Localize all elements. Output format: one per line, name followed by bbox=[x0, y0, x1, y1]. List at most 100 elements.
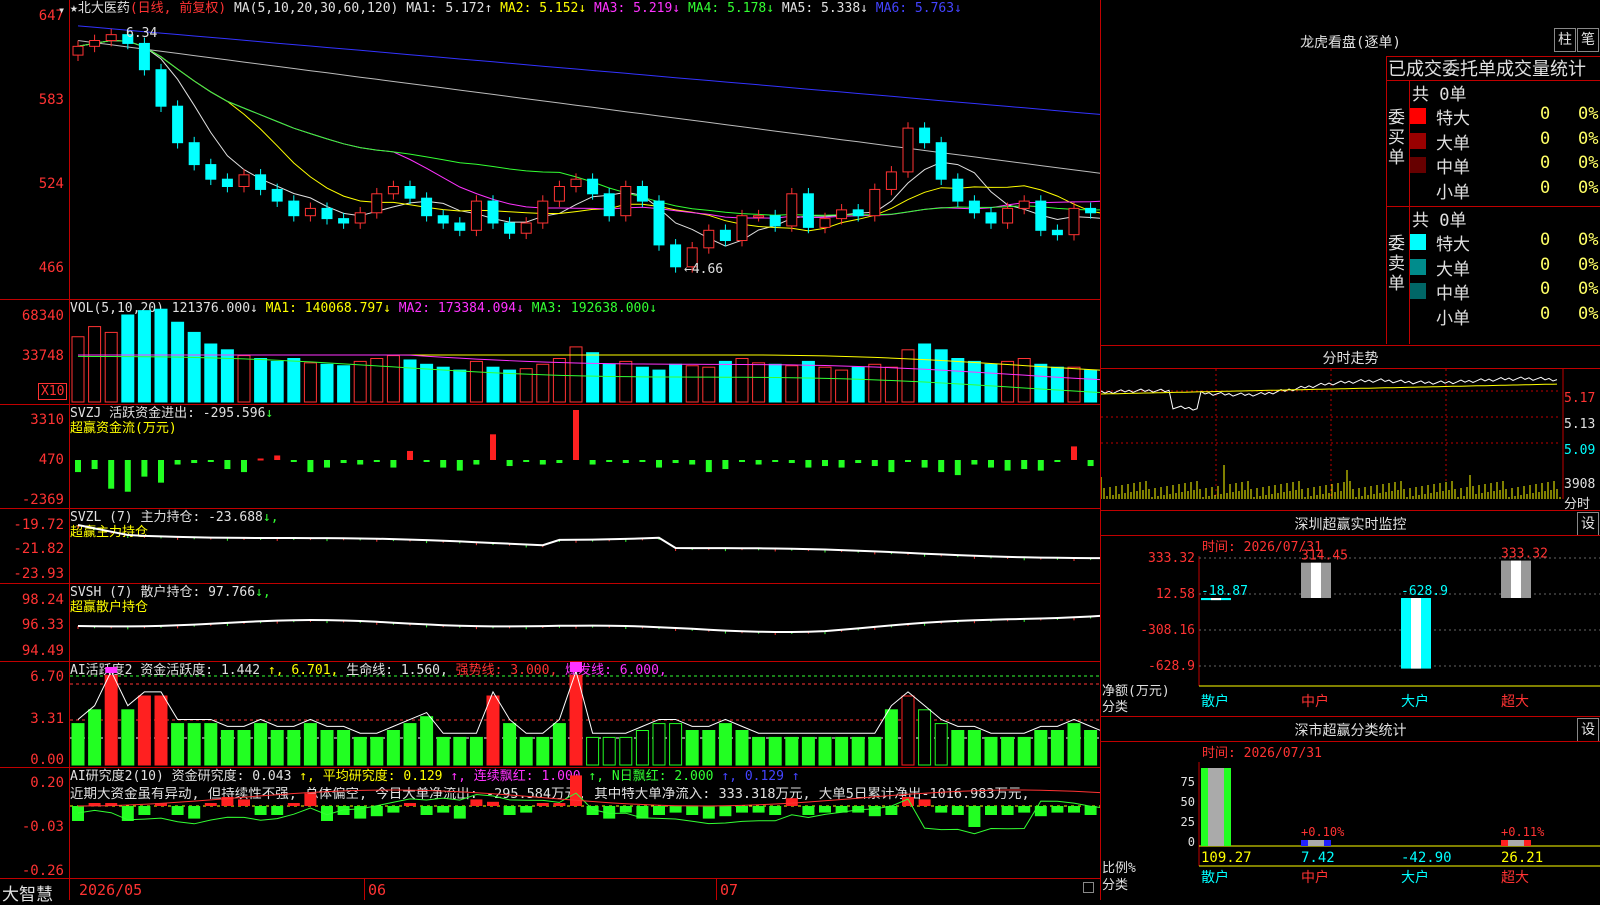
candle bbox=[952, 178, 964, 202]
svzl-chart[interactable] bbox=[70, 509, 1100, 583]
volume-bar bbox=[635, 366, 649, 403]
volume-bar bbox=[353, 360, 367, 403]
order-count: 0 bbox=[1540, 254, 1551, 275]
high-note: 6.34 bbox=[126, 26, 158, 41]
volume-chart[interactable] bbox=[70, 300, 1100, 404]
volume-bar bbox=[171, 321, 185, 403]
svsh-chart[interactable] bbox=[70, 584, 1100, 661]
candle bbox=[205, 164, 217, 180]
fund-bar bbox=[722, 460, 729, 470]
research-bar bbox=[171, 806, 184, 815]
volume-panel[interactable]: VOL(5,10,20) 121376.000↓ MA1: 140068.797… bbox=[0, 300, 1100, 405]
volume-bar bbox=[851, 366, 865, 403]
fund-bar bbox=[390, 460, 397, 468]
pct-label: +0.11% bbox=[1501, 825, 1545, 839]
research-bar bbox=[72, 806, 84, 821]
candle bbox=[587, 178, 599, 195]
activity-bar bbox=[984, 736, 998, 766]
sz-monitor-axis-sub: 分类 bbox=[1102, 700, 1129, 715]
research-bar bbox=[420, 806, 433, 815]
activity-bar bbox=[254, 723, 268, 766]
research-bar bbox=[287, 803, 300, 806]
fund-bar bbox=[788, 460, 795, 464]
category-label: 超大 bbox=[1501, 870, 1529, 886]
candle bbox=[985, 212, 997, 224]
sz-class-axis-sub: 分类 bbox=[1102, 878, 1129, 893]
fund-bar bbox=[1087, 460, 1094, 467]
volume-bar bbox=[901, 349, 915, 403]
candle bbox=[653, 200, 665, 246]
lhb-title: 龙虎看盘(逐单) bbox=[1300, 35, 1401, 51]
intraday-chart[interactable] bbox=[1101, 369, 1600, 509]
bar-mode-button[interactable]: 柱 bbox=[1554, 28, 1576, 52]
research-bar bbox=[437, 806, 450, 813]
sz-monitor-settings-button[interactable]: 设 bbox=[1577, 512, 1599, 536]
sz-class-chart[interactable]: 75 50 25 0 109.27 散户 +0.10% 7.42 中户 -42.90 大户 +0.11… bbox=[1101, 742, 1600, 900]
research-bar bbox=[238, 799, 250, 806]
pen-mode-button[interactable]: 笔 bbox=[1577, 28, 1599, 52]
order-percent: 0% bbox=[1578, 230, 1599, 250]
category-label: 超大 bbox=[1501, 694, 1529, 710]
fund-bar bbox=[1037, 460, 1044, 471]
order-percent: 0% bbox=[1578, 279, 1599, 299]
fund-bar bbox=[639, 460, 646, 462]
research-bar bbox=[785, 798, 798, 806]
ratio-bar-highlight bbox=[1308, 840, 1324, 846]
pct-label: +0.10% bbox=[1301, 825, 1345, 839]
brand-logo[interactable]: 大智慧 bbox=[2, 880, 53, 905]
order-type: 特大 bbox=[1436, 109, 1470, 129]
volume-bar bbox=[1084, 369, 1098, 403]
volume-bar bbox=[619, 360, 633, 403]
vol-label: 33748 bbox=[21, 348, 64, 364]
research-bar bbox=[1018, 806, 1031, 813]
flow-bar-highlight bbox=[1411, 598, 1421, 669]
order-row: 小单 0 0% bbox=[1410, 178, 1600, 203]
fund-bar bbox=[573, 410, 579, 460]
fund-bar bbox=[340, 460, 347, 464]
ai-activity-panel[interactable]: AI活跃度2 资金活跃度: 1.442 ↑, 6.701, 生命线: 1.560… bbox=[0, 662, 1100, 768]
kline-panel[interactable]: ★北大医药(日线, 前复权) MA(5,10,20,30,60,120) MA1… bbox=[0, 0, 1100, 300]
ai-activity-chart[interactable] bbox=[70, 662, 1100, 767]
order-percent: 0% bbox=[1578, 128, 1599, 149]
flow-value: 314.45 bbox=[1301, 549, 1348, 564]
fund-bar bbox=[689, 460, 696, 465]
category-label: 散户 bbox=[1201, 693, 1229, 710]
candle bbox=[354, 212, 366, 224]
activity-bar bbox=[337, 730, 351, 766]
svzj-chart[interactable] bbox=[70, 405, 1100, 508]
fund-bar bbox=[407, 450, 413, 460]
volume-bar bbox=[436, 366, 450, 403]
kline-chart[interactable] bbox=[70, 0, 1100, 299]
sz-class-settings-button[interactable]: 设 bbox=[1577, 718, 1599, 742]
volume-bar bbox=[420, 363, 434, 403]
activity-bar bbox=[1067, 723, 1081, 766]
lock-icon[interactable] bbox=[1083, 882, 1094, 893]
sz-monitor-chart[interactable]: 333.32 12.58 -308.16 -628.9 -18.87 散户 314.45 中户… bbox=[1101, 536, 1600, 716]
fund-bar bbox=[772, 460, 779, 462]
svzl-panel[interactable]: SVZL (7) 主力持仓: -23.688↓, 超赢主力持仓 -19.72 -… bbox=[0, 509, 1100, 584]
ai-research-panel[interactable]: AI研究度2(10) 资金研究度: 0.043 ↑, 平均研究度: 0.129 … bbox=[0, 768, 1100, 879]
burst-marker bbox=[570, 662, 582, 672]
svsh-panel[interactable]: SVSH (7) 散户持仓: 97.766↓, 超赢散户持仓 98.24 96.… bbox=[0, 584, 1100, 662]
fund-bar bbox=[838, 460, 845, 468]
candle bbox=[288, 200, 300, 217]
svzj-label: -2369 bbox=[21, 492, 64, 508]
color-swatch bbox=[1410, 283, 1426, 299]
vol-unit[interactable]: X10 bbox=[38, 383, 68, 400]
volume-bar bbox=[386, 355, 400, 403]
research-bar bbox=[985, 806, 997, 815]
volume-bar bbox=[951, 358, 965, 403]
fund-bar bbox=[257, 458, 264, 461]
sell-total: 共 0单 bbox=[1412, 211, 1467, 231]
research-bar bbox=[951, 806, 964, 815]
research-bar bbox=[536, 803, 549, 806]
candle bbox=[304, 207, 316, 217]
activity-bar bbox=[1050, 730, 1064, 766]
research-bar bbox=[1001, 806, 1014, 815]
ratio-bar-highlight bbox=[1208, 768, 1224, 846]
research-bar bbox=[885, 806, 898, 815]
svzj-panel[interactable]: SVZJ 活跃资金进出: -295.596↓ 超赢资金流(万元) 3310 47… bbox=[0, 405, 1100, 509]
ai-research-chart[interactable] bbox=[70, 768, 1100, 878]
fund-bar bbox=[241, 460, 247, 473]
volume-bar bbox=[934, 349, 948, 403]
